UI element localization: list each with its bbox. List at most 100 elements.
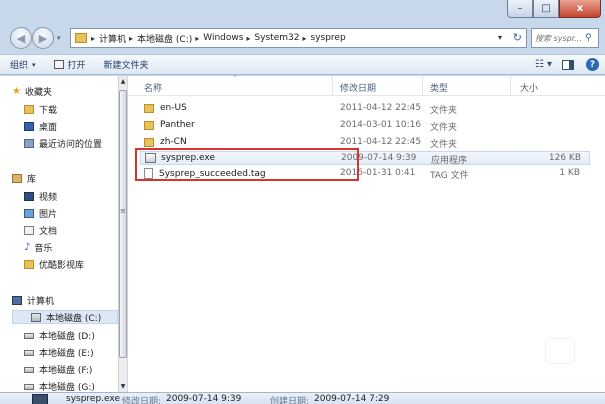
nav-item-pictures[interactable]: 图片: [24, 207, 57, 220]
breadcrumb-sysprep[interactable]: sysprep: [311, 33, 346, 43]
file-type: 应用程序: [431, 156, 468, 166]
file-row[interactable]: zh-CN 2011-04-12 22:45 文件夹: [140, 136, 590, 150]
exe-icon: [32, 394, 48, 404]
new-folder-button[interactable]: 新建文件夹: [104, 58, 149, 71]
nav-item-drive-f[interactable]: 本地磁盘 (F:): [24, 363, 92, 376]
explorer-window: – □ x ◀ ▶ ▾ ▸ 计算机 ▸ 本地磁盘 (C:) ▸ Windows …: [0, 0, 605, 404]
nav-label: 本地磁盘 (G:): [39, 383, 95, 392]
music-note-icon: ♪: [24, 242, 31, 253]
exe-icon: [145, 153, 156, 163]
column-divider[interactable]: [332, 76, 333, 96]
file-row[interactable]: sysprep.exe 2009-07-14 9:39 应用程序 126 KB: [140, 151, 590, 166]
nav-label: 本地磁盘 (D:): [39, 332, 95, 342]
forward-button[interactable]: ▶: [32, 27, 54, 49]
nav-item-drive-e[interactable]: 本地磁盘 (E:): [24, 346, 94, 359]
address-bar[interactable]: ▸ 计算机 ▸ 本地磁盘 (C:) ▸ Windows ▸ System32 ▸…: [70, 28, 527, 48]
scroll-thumb[interactable]: [119, 90, 127, 358]
file-name: Panther: [160, 120, 195, 130]
file-row[interactable]: Sysprep_succeeded.tag 2016-01-31 0:41 TA…: [140, 167, 590, 181]
open-button[interactable]: 打开: [53, 58, 86, 71]
search-icon[interactable]: ⚲: [585, 33, 592, 43]
nav-label: 本地磁盘 (E:): [39, 349, 94, 359]
help-icon[interactable]: ?: [586, 58, 599, 71]
file-type: TAG 文件: [430, 171, 469, 181]
nav-favorites[interactable]: ★ 收藏夹: [12, 85, 52, 98]
breadcrumb-windows[interactable]: Windows: [203, 33, 243, 43]
breadcrumb-c-drive[interactable]: 本地磁盘 (C:): [137, 32, 192, 45]
search-input[interactable]: [535, 33, 585, 43]
column-type[interactable]: 类型: [430, 81, 448, 94]
document-icon: [24, 226, 34, 235]
back-button[interactable]: ◀: [10, 27, 32, 49]
nav-label: 计算机: [27, 297, 55, 307]
scroll-down-icon[interactable]: ▼: [119, 383, 127, 390]
close-button[interactable]: x: [559, 0, 601, 18]
drive-icon: [24, 349, 34, 356]
downloads-folder-icon: [24, 105, 34, 114]
drive-icon: [24, 332, 34, 339]
nav-item-desktop[interactable]: 桌面: [24, 120, 57, 133]
video-icon: [24, 192, 34, 201]
organize-label: 组织: [10, 61, 29, 71]
chevron-right-icon[interactable]: ▸: [129, 34, 133, 43]
nav-item-youku[interactable]: 优酷影视库: [24, 258, 84, 271]
nav-item-videos[interactable]: 视频: [24, 190, 57, 203]
nav-libraries[interactable]: 库: [12, 172, 36, 185]
open-icon: [53, 60, 64, 69]
recent-places-icon: [24, 139, 34, 148]
new-folder-label: 新建文件夹: [103, 61, 149, 71]
search-box[interactable]: ⚲: [531, 28, 599, 48]
file-list: ⌃ 名称 修改日期 类型 大小 en-US 2011-04-12 22:45 文…: [128, 74, 605, 392]
folder-icon: [24, 260, 34, 269]
column-divider[interactable]: [422, 76, 423, 96]
column-divider[interactable]: [510, 76, 511, 96]
chevron-right-icon[interactable]: ▸: [195, 34, 199, 43]
address-dropdown-icon[interactable]: ▾: [498, 33, 502, 42]
file-size: 1 KB: [559, 168, 580, 178]
minimize-button[interactable]: –: [507, 0, 533, 18]
scroll-up-icon[interactable]: ▲: [119, 78, 127, 85]
file-row[interactable]: Panther 2014-03-01 10:16 文件夹: [140, 119, 590, 133]
folder-icon: [144, 120, 154, 130]
chevron-right-icon[interactable]: ▸: [302, 34, 306, 43]
computer-icon: [12, 296, 22, 305]
file-type: 文件夹: [430, 123, 458, 133]
column-size[interactable]: 大小: [520, 81, 538, 94]
forward-arrow-icon: ▶: [38, 31, 48, 45]
nav-item-drive-d[interactable]: 本地磁盘 (D:): [24, 329, 95, 342]
nav-item-drive-c[interactable]: 本地磁盘 (C:): [12, 310, 118, 324]
nav-item-downloads[interactable]: 下载: [24, 103, 57, 116]
preview-pane-icon[interactable]: [562, 59, 574, 70]
view-options-icon[interactable]: ☷ ▾: [535, 59, 552, 70]
refresh-icon[interactable]: ↻: [513, 31, 522, 44]
column-name[interactable]: 名称: [144, 81, 162, 94]
breadcrumb-computer[interactable]: 计算机: [99, 32, 126, 45]
file-name: Sysprep_succeeded.tag: [159, 168, 266, 179]
column-date[interactable]: 修改日期: [340, 81, 376, 94]
system-drive-icon: [31, 312, 41, 322]
nav-scrollbar[interactable]: ▲ ≡ ▼: [118, 76, 127, 392]
nav-computer[interactable]: 计算机: [12, 294, 54, 307]
file-row[interactable]: en-US 2011-04-12 22:45 文件夹: [140, 102, 590, 116]
nav-item-music[interactable]: ♪ 音乐: [24, 241, 52, 254]
nav-item-recent[interactable]: 最近访问的位置: [24, 137, 102, 150]
file-date: 2016-01-31 0:41: [340, 168, 416, 178]
nav-item-drive-g[interactable]: 本地磁盘 (G:): [24, 380, 95, 392]
nav-label: 本地磁盘 (F:): [39, 366, 93, 376]
maximize-button[interactable]: □: [533, 0, 559, 18]
nav-label: 桌面: [39, 123, 58, 133]
nav-item-documents[interactable]: 文档: [24, 224, 57, 237]
chevron-down-icon: ▾: [32, 60, 36, 69]
breadcrumb-system32[interactable]: System32: [254, 33, 299, 43]
nav-label: 图片: [39, 210, 58, 220]
nav-label: 音乐: [34, 244, 53, 254]
chevron-right-icon[interactable]: ▸: [91, 34, 95, 43]
history-dropdown-icon[interactable]: ▾: [57, 34, 61, 42]
back-arrow-icon: ◀: [16, 31, 26, 45]
nav-label: 最近访问的位置: [39, 140, 103, 150]
chevron-right-icon[interactable]: ▸: [246, 34, 250, 43]
nav-label: 优酷影视库: [39, 261, 85, 271]
details-pane: sysprep.exe 修改日期: 2009-07-14 9:39 创建日期: …: [0, 392, 605, 404]
organize-button[interactable]: 组织 ▾: [10, 58, 36, 72]
details-filename: sysprep.exe: [66, 394, 120, 404]
